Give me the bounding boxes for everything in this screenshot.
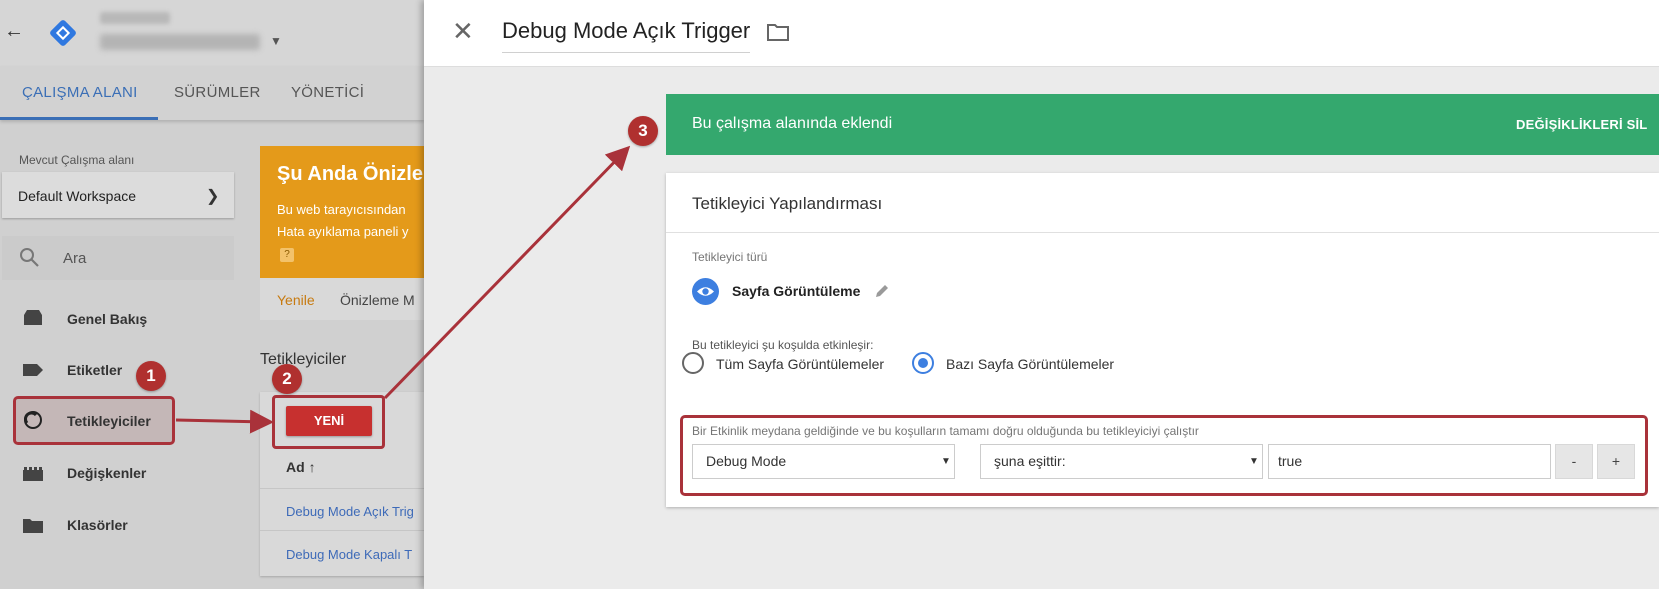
- sidebar-label-folders: Klasörler: [67, 517, 128, 533]
- variable-select-value: Debug Mode: [706, 453, 787, 469]
- refresh-link[interactable]: Yenile: [277, 292, 315, 308]
- back-arrow-icon[interactable]: ←: [4, 20, 24, 43]
- callout-badge-1: 1: [136, 361, 166, 391]
- column-header-label: Ad: [286, 459, 305, 475]
- remove-condition-button[interactable]: -: [1555, 444, 1593, 479]
- container-name-blurred[interactable]: [100, 34, 260, 50]
- trigger-type-label: Tetikleyici türü: [692, 250, 768, 264]
- tab-versions[interactable]: SÜRÜMLER: [174, 84, 261, 101]
- fire-condition-label: Bu tetikleyici şu koşulda etkinleşir:: [692, 338, 874, 352]
- config-title: Tetikleyici Yapılandırması: [692, 194, 883, 213]
- preview-title: Şu Anda Önizle: [277, 163, 423, 185]
- trigger-row-link[interactable]: Debug Mode Kapalı T: [286, 547, 412, 562]
- preview-text-line-2: Hata ayıklama paneli y: [277, 224, 409, 239]
- tab-workspace[interactable]: ÇALIŞMA ALANI: [22, 84, 138, 101]
- value-input-text: true: [1278, 453, 1303, 469]
- folder-outline-icon[interactable]: [766, 22, 790, 42]
- trigger-row-link[interactable]: Debug Mode Açık Trig: [286, 504, 414, 519]
- add-condition-button[interactable]: +: [1597, 444, 1635, 479]
- preview-text-line-1: Bu web tarayıcısından: [277, 202, 406, 217]
- edit-pencil-icon[interactable]: [874, 283, 890, 299]
- close-icon[interactable]: ✕: [452, 18, 474, 44]
- trigger-name-input[interactable]: Debug Mode Açık Trigger: [502, 18, 751, 53]
- radio-all-label: Tüm Sayfa Görüntülemeler: [716, 356, 885, 372]
- tab-admin[interactable]: YÖNETİCİ: [291, 84, 364, 101]
- value-input[interactable]: [1268, 444, 1551, 479]
- workspace-label: Mevcut Çalışma alanı: [19, 153, 135, 167]
- help-icon[interactable]: ?: [280, 248, 294, 262]
- sidebar-label-triggers: Tetikleyiciler: [67, 413, 151, 429]
- row-divider: [260, 488, 424, 489]
- discard-changes-button[interactable]: DEĞİŞİKLİKLERİ SİL: [1516, 117, 1647, 132]
- new-trigger-button[interactable]: YENİ: [286, 406, 372, 436]
- trigger-icon: [24, 411, 42, 429]
- triggers-section-title: Tetikleyiciler: [260, 351, 347, 368]
- banner-message: Bu çalışma alanında eklendi: [692, 115, 893, 132]
- sidebar-item-tags[interactable]: [0, 350, 424, 390]
- folder-icon: [23, 519, 43, 533]
- account-name-blurred: [100, 12, 170, 24]
- workspace-name: Default Workspace: [18, 188, 137, 204]
- container-dropdown-icon[interactable]: ▼: [270, 34, 282, 48]
- trigger-type-name[interactable]: Sayfa Görüntüleme: [732, 283, 860, 299]
- preview-mode-link[interactable]: Önizleme M: [340, 292, 415, 308]
- search-icon: [20, 248, 39, 267]
- sidebar-label-overview: Genel Bakış: [67, 311, 148, 327]
- tag-manager-logo-icon: [50, 20, 76, 46]
- chevron-right-icon: ❯: [206, 188, 220, 205]
- radio-all-pageviews[interactable]: [682, 352, 704, 374]
- radio-some-label: Bazı Sayfa Görüntülemeler: [946, 356, 1115, 372]
- variables-icon: [23, 467, 43, 481]
- callout-badge-3: 3: [628, 116, 658, 146]
- sidebar-label-tags: Etiketler: [67, 362, 123, 378]
- tag-icon: [23, 364, 43, 376]
- dropdown-caret-icon: ▼: [941, 456, 951, 467]
- row-divider: [260, 530, 424, 531]
- config-divider: [666, 232, 1659, 233]
- search-placeholder: Ara: [63, 250, 87, 267]
- page-view-eye-icon: [692, 278, 719, 305]
- active-tab-indicator: [0, 117, 158, 120]
- sidebar-label-variables: Değişkenler: [67, 465, 147, 481]
- callout-badge-2: 2: [272, 364, 302, 394]
- column-header-name[interactable]: Ad ↑: [286, 459, 316, 475]
- operator-select-value: şuna eşittir:: [994, 453, 1066, 469]
- sort-ascending-icon: ↑: [308, 459, 316, 475]
- dropdown-caret-icon: ▼: [1249, 456, 1259, 467]
- overview-icon: [24, 310, 42, 325]
- radio-some-pageviews[interactable]: [912, 352, 934, 374]
- condition-label: Bir Etkinlik meydana geldiğinde ve bu ko…: [692, 424, 1199, 438]
